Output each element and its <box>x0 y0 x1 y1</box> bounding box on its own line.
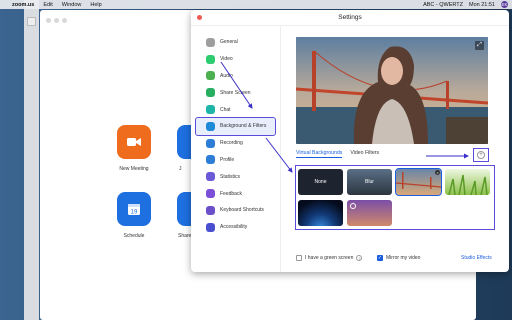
background-icon <box>206 121 215 131</box>
sidebar-item-share-screen[interactable]: Share Screen <box>196 84 275 101</box>
remove-icon[interactable]: × <box>435 170 440 175</box>
side-strip <box>24 0 39 320</box>
clock[interactable]: Mon 21:51 <box>469 2 495 8</box>
recording-icon <box>206 138 215 148</box>
tab-virtual-backgrounds[interactable]: Virtual Backgrounds <box>296 150 343 158</box>
video-icon <box>206 54 215 64</box>
bg-blur-label: Blur <box>365 179 374 185</box>
feedback-icon <box>206 189 215 199</box>
sidebar-item-background-filters[interactable]: Background & Filters <box>195 116 276 136</box>
sidebar-item-general[interactable]: General <box>196 34 275 51</box>
sidebar-item-keyboard-shortcuts[interactable]: Keyboard Shortcuts <box>196 202 275 219</box>
mirror-label: Mirror my video <box>386 255 421 261</box>
menu-edit[interactable]: Edit <box>43 2 52 8</box>
bg-earth[interactable] <box>298 200 343 226</box>
menu-app[interactable]: zoom.us <box>12 2 34 8</box>
camera-icon <box>127 138 141 146</box>
plus-icon: + <box>477 151 485 159</box>
settings-title: Settings <box>338 14 362 21</box>
sidebar-item-label: Chat <box>220 106 231 113</box>
sidebar-item-accessibility[interactable]: Accessibility <box>196 219 275 236</box>
tab-video-filters[interactable]: Video Filters <box>350 150 379 158</box>
schedule-label: Schedule <box>123 233 145 239</box>
avatar[interactable]: EK <box>501 1 508 8</box>
sidebar-item-label: Share Screen <box>220 89 251 96</box>
video-preview: ⤢ <box>296 37 488 144</box>
accessibility-icon <box>206 222 215 232</box>
green-screen-checkbox[interactable] <box>296 255 302 261</box>
menubar: zoom.us Edit Window Help ABC - QWERTZ Mo… <box>0 0 512 9</box>
sidebar-item-video[interactable]: Video <box>196 51 275 68</box>
statistics-icon <box>206 172 215 182</box>
sidebar-item-audio[interactable]: Audio <box>196 68 275 85</box>
schedule-button[interactable]: 19 <box>117 192 151 226</box>
sidebar-item-profile[interactable]: Profile <box>196 152 275 169</box>
bg-none-label: None <box>314 179 327 185</box>
max-dot[interactable] <box>62 17 67 23</box>
new-meeting-button[interactable] <box>117 125 151 159</box>
svg-text:19: 19 <box>131 210 138 216</box>
sidebar-item-label: Background & Filters <box>220 123 267 130</box>
sidebar-item-label: Statistics <box>220 173 241 180</box>
settings-window: Settings General Video Audio Share Screen Ch… <box>191 10 509 272</box>
calendar-icon: 19 <box>128 204 140 216</box>
sidebar-item-feedback[interactable]: Feedback <box>196 185 275 202</box>
sidebar-item-label: Video <box>220 56 233 63</box>
sidebar-item-label: Accessibility <box>220 224 248 231</box>
expand-icon[interactable]: ⤢ <box>475 41 484 50</box>
mirror-option[interactable]: ✓ Mirror my video <box>377 255 420 261</box>
radio-icon <box>350 203 356 209</box>
new-meeting-label: New Meeting <box>119 166 149 172</box>
bg-golden-gate[interactable]: × <box>395 168 442 196</box>
cube-icon <box>27 17 36 26</box>
keyboard-icon <box>206 205 215 215</box>
grass-icon <box>448 174 488 195</box>
share-screen-icon <box>206 88 215 98</box>
menu-window[interactable]: Window <box>62 2 82 8</box>
add-background-button[interactable]: + <box>473 148 489 162</box>
green-screen-option[interactable]: I have a green screen ? <box>296 255 363 261</box>
mirror-checkbox[interactable]: ✓ <box>377 255 383 261</box>
input-source[interactable]: ABC - QWERTZ <box>423 2 463 8</box>
sidebar-item-label: Audio <box>220 72 233 79</box>
settings-sidebar: General Video Audio Share Screen Chat Backgro… <box>191 26 281 272</box>
background-grid: None Blur × <box>295 165 495 230</box>
bg-blur[interactable]: Blur <box>347 169 392 195</box>
sidebar-item-label: Recording <box>220 140 243 147</box>
share-label: Share <box>178 233 192 239</box>
profile-icon <box>206 155 215 165</box>
help-icon[interactable]: ? <box>356 255 363 261</box>
sidebar-item-chat[interactable]: Chat <box>196 101 275 118</box>
headphones-icon <box>206 71 215 81</box>
chat-icon <box>206 105 215 115</box>
studio-effects-link[interactable]: Studio Effects <box>461 255 492 261</box>
sidebar-item-statistics[interactable]: Statistics <box>196 168 275 185</box>
menu-help[interactable]: Help <box>90 2 101 8</box>
join-label: J <box>179 166 182 172</box>
close-button[interactable] <box>197 15 202 20</box>
gear-icon <box>206 37 215 47</box>
background-tabs: Virtual Backgrounds Video Filters <box>296 150 379 158</box>
green-screen-label: I have a green screen <box>305 255 354 261</box>
close-dot[interactable] <box>46 17 51 23</box>
sidebar-item-recording[interactable]: Recording <box>196 135 275 152</box>
min-dot[interactable] <box>54 17 59 23</box>
bg-grass[interactable] <box>445 169 490 195</box>
bridge-background <box>296 37 488 144</box>
sidebar-item-label: Keyboard Shortcuts <box>220 207 264 214</box>
bg-purple[interactable] <box>347 200 392 226</box>
sidebar-item-label: General <box>220 39 238 46</box>
sidebar-item-label: Profile <box>220 156 235 163</box>
bg-none[interactable]: None <box>298 169 343 195</box>
sidebar-item-label: Feedback <box>220 190 242 197</box>
